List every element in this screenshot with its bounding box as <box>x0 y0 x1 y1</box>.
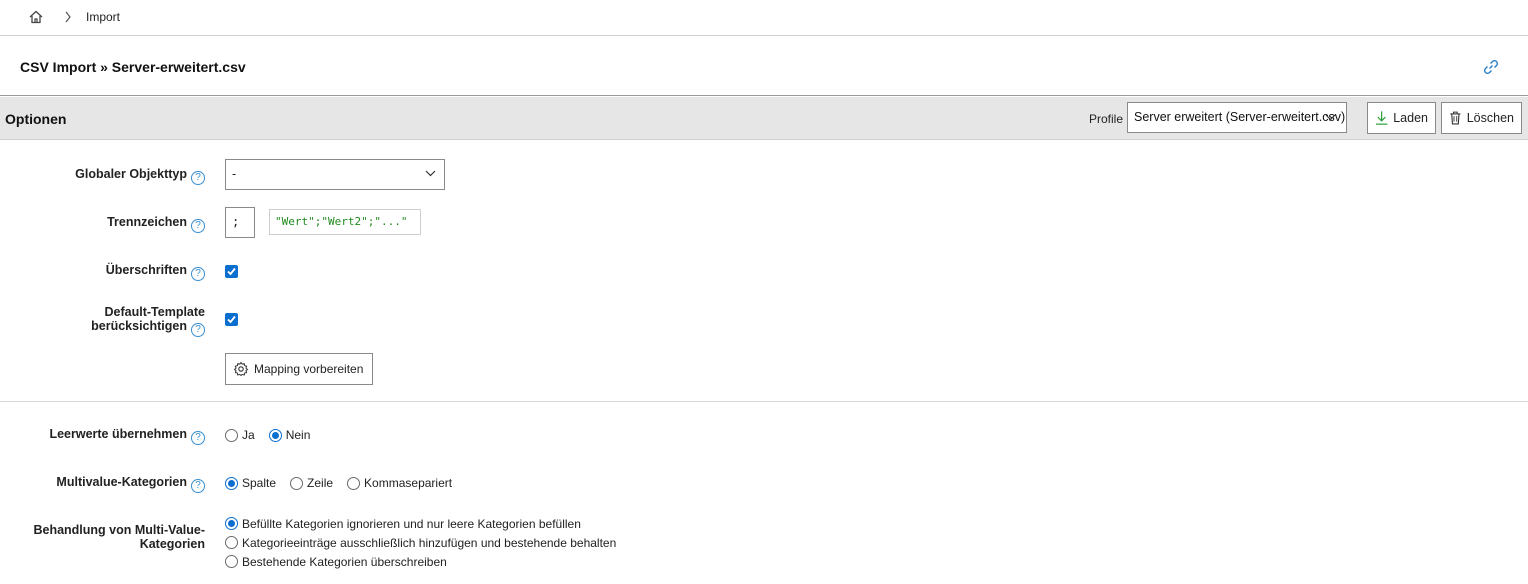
options-title: Optionen <box>5 111 67 127</box>
behandlung-radio-group: Befüllte Kategorien ignorieren und nur l… <box>225 514 616 571</box>
default-template-label-row: Default-Template berücksichtigen? <box>0 305 205 337</box>
ueberschriften-label: Überschriften <box>105 263 187 277</box>
radio-label: Spalte <box>242 476 277 490</box>
behandlung-option-ueberschreiben[interactable]: Bestehende Kategorien überschreiben <box>225 552 616 571</box>
page-title: CSV Import » Server-erweitert.csv <box>20 59 246 75</box>
breadcrumb-current[interactable]: Import <box>86 10 120 24</box>
help-icon[interactable]: ? <box>191 323 205 337</box>
options-header: Optionen Profile Server erweitert (Serve… <box>0 97 1528 140</box>
radio-button[interactable] <box>347 476 361 490</box>
home-icon[interactable] <box>28 9 44 25</box>
radio-label: Nein <box>285 428 311 442</box>
profile-select[interactable]: Server erweitert (Server-erweitert.csv) <box>1127 102 1347 133</box>
leerwerte-option-ja[interactable]: Ja <box>225 428 255 442</box>
trennzeichen-label: Trennzeichen <box>107 215 187 229</box>
profile-label: Profile <box>1089 112 1124 126</box>
radio-button[interactable] <box>225 517 238 530</box>
objekttyp-select[interactable]: - <box>225 159 445 190</box>
ueberschriften-label-row: Überschriften? <box>0 263 205 281</box>
leerwerte-label-row: Leerwerte übernehmen? <box>0 427 205 445</box>
radio-button[interactable] <box>290 476 304 490</box>
behandlung-option-hinzufuegen[interactable]: Kategorieeinträge ausschließlich hinzufü… <box>225 533 616 552</box>
default-template-checkbox[interactable] <box>225 313 238 326</box>
multivalue-option-zeile[interactable]: Zeile <box>290 476 333 490</box>
radio-button[interactable] <box>225 536 238 549</box>
checkmark-icon <box>227 315 236 324</box>
mapping-vorbereiten-button[interactable]: Mapping vorbereiten <box>225 353 373 385</box>
loeschen-button[interactable]: Löschen <box>1441 102 1522 134</box>
checkmark-icon <box>227 267 236 276</box>
leerwerte-radio-group: Ja Nein <box>225 428 324 442</box>
radio-label: Befüllte Kategorien ignorieren und nur l… <box>242 516 581 531</box>
help-icon[interactable]: ? <box>191 267 205 281</box>
trennzeichen-label-row: Trennzeichen? <box>0 215 205 233</box>
leerwerte-option-nein[interactable]: Nein <box>268 428 311 442</box>
laden-button[interactable]: Laden <box>1367 102 1436 134</box>
behandlung-label-line2: Kategorien <box>139 537 205 551</box>
trennzeichen-example: "Wert";"Wert2";"..." <box>269 209 421 235</box>
behandlung-label-line1: Behandlung von Multi-Value- <box>33 523 205 537</box>
trennzeichen-input[interactable]: ; <box>225 207 255 238</box>
radio-label: Bestehende Kategorien überschreiben <box>242 554 447 569</box>
radio-label: Kommasepariert <box>364 476 453 490</box>
objekttyp-value: - <box>232 167 237 181</box>
default-template-label-line1: Default-Template <box>104 305 205 319</box>
radio-button[interactable] <box>268 428 282 442</box>
loeschen-label: Löschen <box>1466 111 1514 125</box>
multivalue-label-row: Multivalue-Kategorien? <box>0 475 205 493</box>
help-icon[interactable]: ? <box>191 479 205 493</box>
radio-label: Ja <box>242 428 255 442</box>
section-divider <box>0 401 1528 402</box>
radio-button[interactable] <box>225 476 238 490</box>
multivalue-option-kommasepariert[interactable]: Kommasepariert <box>347 476 452 490</box>
leerwerte-label: Leerwerte übernehmen <box>49 427 187 441</box>
trash-icon <box>1450 111 1461 125</box>
breadcrumb: Import <box>0 0 1528 36</box>
objekttyp-label: Globaler Objekttyp <box>75 167 187 181</box>
behandlung-option-ignorieren[interactable]: Befüllte Kategorien ignorieren und nur l… <box>225 514 616 533</box>
help-icon[interactable]: ? <box>191 431 205 445</box>
download-icon <box>1375 111 1388 125</box>
radio-button[interactable] <box>225 555 238 568</box>
radio-label: Kategorieeinträge ausschließlich hinzufü… <box>242 535 617 550</box>
default-template-label-line2: berücksichtigen <box>91 319 187 333</box>
multivalue-radio-group: Spalte Zeile Kommasepariert <box>225 476 466 490</box>
multivalue-option-spalte[interactable]: Spalte <box>225 476 276 490</box>
ueberschriften-checkbox[interactable] <box>225 265 238 278</box>
title-bar: CSV Import » Server-erweitert.csv <box>0 37 1528 96</box>
help-icon[interactable]: ? <box>191 219 205 233</box>
chevron-down-icon <box>425 170 436 177</box>
radio-button[interactable] <box>225 428 238 442</box>
help-icon[interactable]: ? <box>191 171 205 185</box>
behandlung-label-row: Behandlung von Multi-Value- Kategorien <box>0 523 205 551</box>
profile-select-value: Server erweitert (Server-erweitert.csv) <box>1134 110 1346 124</box>
multivalue-label: Multivalue-Kategorien <box>56 475 187 489</box>
gear-icon <box>233 361 249 377</box>
chevron-right-icon <box>65 11 71 23</box>
mapping-vorbereiten-label: Mapping vorbereiten <box>254 362 364 376</box>
laden-label: Laden <box>1393 111 1428 125</box>
link-icon[interactable] <box>1482 58 1500 76</box>
objekttyp-label-row: Globaler Objekttyp? <box>0 167 205 185</box>
radio-label: Zeile <box>307 476 334 490</box>
chevron-down-icon <box>1325 114 1336 121</box>
